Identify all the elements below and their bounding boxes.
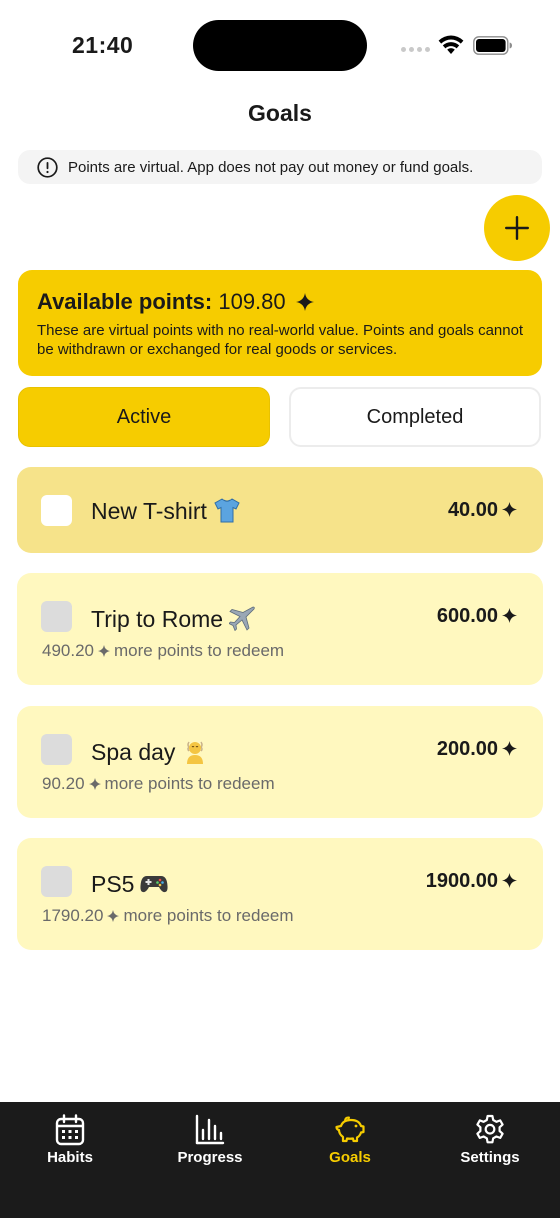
notice-text: Points are virtual. App does not pay out… <box>68 158 474 176</box>
goal-status-tabs: Active Completed <box>18 387 542 447</box>
wifi-icon <box>438 35 464 54</box>
goal-price-wrap: 200.00 <box>437 738 517 761</box>
gear-icon <box>476 1114 504 1144</box>
goal-card-trip-to-rome[interactable]: Trip to Rome 600.00 490.20 more points to… <box>17 573 543 685</box>
sparkle-icon <box>502 608 517 623</box>
available-points-value: 109.80 <box>218 289 286 314</box>
goal-price: 600.00 <box>436 605 498 627</box>
sparkle-icon <box>295 293 314 311</box>
goal-price: 40.00 <box>447 499 498 521</box>
bar-chart-icon <box>195 1114 225 1145</box>
nav-tab-goals[interactable]: Goals <box>280 1114 420 1166</box>
goal-remaining-suffix: more points to redeem <box>123 906 294 925</box>
goal-remaining: 90.20 more points to redeem <box>42 774 275 794</box>
sparkle-icon <box>107 910 120 922</box>
goal-title-wrap: Spa day <box>91 738 209 766</box>
goal-price-wrap: 600.00 <box>437 605 517 628</box>
goal-remaining-points: 490.20 <box>42 641 94 660</box>
goal-title-wrap: New T-shirt <box>91 497 241 525</box>
goal-checkbox[interactable] <box>41 601 72 632</box>
tab-completed[interactable]: Completed <box>289 387 541 447</box>
goal-price: 200.00 <box>436 738 498 760</box>
available-points-card: Available points: 109.80 These are virtu… <box>18 270 542 376</box>
goal-remaining: 1790.20 more points to redeem <box>42 906 294 926</box>
goal-title: Spa day <box>91 739 176 765</box>
add-goal-button[interactable] <box>484 195 550 261</box>
goal-card-new-t-shirt[interactable]: New T-shirt 40.00 <box>17 467 543 553</box>
piggy-bank-icon <box>335 1116 365 1143</box>
t-shirt-icon <box>214 498 240 523</box>
goal-checkbox[interactable] <box>41 734 72 765</box>
available-points-label: Available points: <box>37 289 213 314</box>
nav-label: Goals <box>329 1149 371 1166</box>
bottom-tab-bar: Habits Progress Goals Settings <box>0 1102 560 1218</box>
goal-title-wrap: Trip to Rome <box>91 605 257 633</box>
nav-label: Habits <box>47 1149 93 1166</box>
goal-title: New T-shirt <box>91 498 207 524</box>
goal-remaining-suffix: more points to redeem <box>114 641 285 660</box>
virtual-points-notice: Points are virtual. App does not pay out… <box>18 150 542 184</box>
available-points-heading: Available points: 109.80 <box>37 289 524 315</box>
goal-price: 1900.00 <box>425 870 498 892</box>
sparkle-icon <box>98 645 110 657</box>
nav-tab-progress[interactable]: Progress <box>140 1114 280 1166</box>
nav-tab-habits[interactable]: Habits <box>0 1114 140 1166</box>
goal-price-wrap: 1900.00 <box>426 870 517 893</box>
goal-remaining-points: 90.20 <box>42 774 85 793</box>
goal-card-ps5[interactable]: PS5 1900.00 1790.20 more points to redeem <box>17 838 543 950</box>
person-in-steamy-room-icon <box>187 741 204 764</box>
sparkle-icon <box>88 778 101 790</box>
info-icon <box>37 156 58 178</box>
nav-label: Progress <box>177 1149 243 1166</box>
battery-icon <box>473 36 512 55</box>
status-time: 21:40 <box>72 32 134 58</box>
sparkle-icon <box>502 873 517 888</box>
nav-label: Settings <box>460 1149 520 1166</box>
sparkle-icon <box>502 741 517 756</box>
goal-checkbox[interactable] <box>41 866 72 897</box>
page-title: Goals <box>248 100 312 126</box>
goal-title: Trip to Rome <box>91 606 224 632</box>
plus-icon <box>505 216 529 240</box>
goal-checkbox[interactable] <box>41 495 72 526</box>
available-points-description: These are virtual points with no real-wo… <box>37 322 524 358</box>
goal-title: PS5 <box>91 871 135 897</box>
video-game-icon <box>140 876 169 893</box>
goal-price-wrap: 40.00 <box>448 499 517 522</box>
goal-remaining-points: 1790.20 <box>42 906 104 925</box>
goal-remaining-suffix: more points to redeem <box>104 774 275 793</box>
goal-title-wrap: PS5 <box>91 870 169 898</box>
calendar-icon <box>55 1114 85 1146</box>
sparkle-icon <box>502 502 517 517</box>
status-bar: 21:40 <box>0 0 560 90</box>
dynamic-island <box>193 20 367 71</box>
nav-tab-settings[interactable]: Settings <box>420 1114 560 1166</box>
airplane-icon <box>229 606 255 631</box>
tab-active[interactable]: Active <box>18 387 270 447</box>
cellular-signal-icon <box>401 47 430 52</box>
goal-remaining: 490.20 more points to redeem <box>42 641 284 661</box>
goal-card-spa-day[interactable]: Spa day 200.00 90.20 more points to redee… <box>17 706 543 818</box>
